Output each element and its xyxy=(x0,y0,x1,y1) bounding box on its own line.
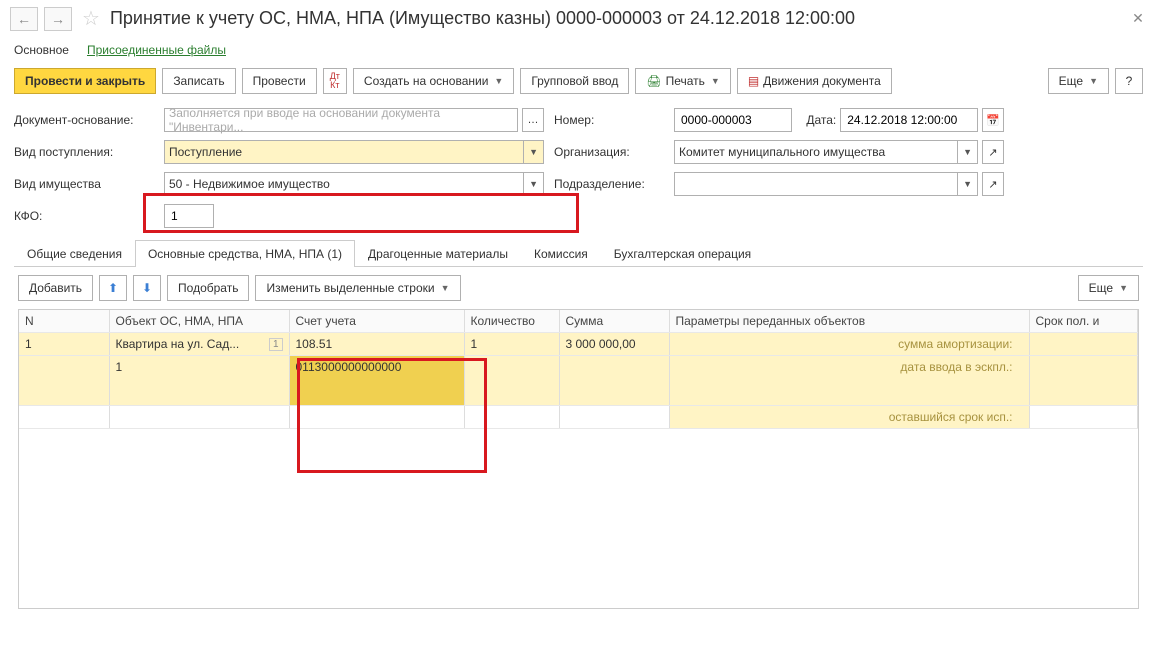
tab-assets[interactable]: Основные средства, НМА, НПА (1) xyxy=(135,240,355,267)
org-label: Организация: xyxy=(554,145,664,159)
cell-account-line2[interactable]: 0113000000000000 xyxy=(289,356,464,406)
receipt-type-field[interactable]: Поступление ▼ xyxy=(164,140,544,164)
col-account[interactable]: Счет учета xyxy=(289,310,464,333)
col-n[interactable]: N xyxy=(19,310,109,333)
subdivision-label: Подразделение: xyxy=(554,177,664,191)
number-label: Номер: xyxy=(554,113,664,127)
cell-param1[interactable]: сумма амортизации: xyxy=(669,333,1029,356)
nav-tab-main[interactable]: Основное xyxy=(14,43,69,57)
cell-term[interactable] xyxy=(1029,333,1138,356)
cell-param2[interactable]: дата ввода в эскпл.: xyxy=(669,356,1029,406)
cell-n[interactable]: 1 xyxy=(19,333,109,356)
col-term[interactable]: Срок пол. и xyxy=(1029,310,1138,333)
cell-qty[interactable]: 1 xyxy=(464,333,559,356)
tab-general[interactable]: Общие сведения xyxy=(14,240,135,267)
help-button[interactable]: ? xyxy=(1115,68,1143,94)
tab-accounting-op[interactable]: Бухгалтерская операция xyxy=(601,240,764,267)
favorite-star-icon[interactable]: ☆ xyxy=(82,6,100,31)
create-based-button[interactable]: Создать на основании▼ xyxy=(353,68,514,94)
property-type-label: Вид имущества xyxy=(14,177,154,191)
col-qty[interactable]: Количество xyxy=(464,310,559,333)
property-type-field[interactable]: 50 - Недвижимое имущество ▼ xyxy=(164,172,544,196)
nav-tab-files[interactable]: Присоединенные файлы xyxy=(87,43,226,57)
cell-account[interactable]: 108.51 xyxy=(289,333,464,356)
doc-base-label: Документ-основание: xyxy=(14,113,154,127)
tab-commission[interactable]: Комиссия xyxy=(521,240,601,267)
post-and-close-button[interactable]: Провести и закрыть xyxy=(14,68,156,94)
col-params[interactable]: Параметры переданных объектов xyxy=(669,310,1029,333)
add-row-button[interactable]: Добавить xyxy=(18,275,93,301)
col-object[interactable]: Объект ОС, НМА, НПА xyxy=(109,310,289,333)
date-label: Дата: xyxy=(806,113,836,127)
move-down-icon[interactable]: ⬇ xyxy=(133,275,161,301)
post-button[interactable]: Провести xyxy=(242,68,317,94)
page-title: Принятие к учету ОС, НМА, НПА (Имущество… xyxy=(110,8,855,29)
table-row[interactable]: оставшийся срок исп.: xyxy=(19,406,1138,429)
date-field[interactable] xyxy=(840,108,978,132)
doc-base-dots-button[interactable]: … xyxy=(522,108,544,132)
movements-icon: ▤ xyxy=(748,74,759,88)
nav-back-button[interactable]: ← xyxy=(10,7,38,31)
movements-button[interactable]: ▤Движения документа xyxy=(737,68,892,94)
printer-icon: 🖨 xyxy=(646,74,661,88)
table-header-row: N Объект ОС, НМА, НПА Счет учета Количес… xyxy=(19,310,1138,333)
select-button[interactable]: Подобрать xyxy=(167,275,249,301)
open-object-icon[interactable]: 1 xyxy=(269,338,283,351)
cell-object-line2[interactable]: 1 xyxy=(109,356,289,406)
cell-sum[interactable]: 3 000 000,00 xyxy=(559,333,669,356)
cell-param3[interactable]: оставшийся срок исп.: xyxy=(669,406,1029,429)
print-button[interactable]: 🖨Печать▼ xyxy=(635,68,730,94)
move-up-icon[interactable]: ⬆ xyxy=(99,275,127,301)
receipt-type-label: Вид поступления: xyxy=(14,145,154,159)
org-field[interactable]: Комитет муниципального имущества ▼ xyxy=(674,140,978,164)
more-button[interactable]: Еще▼ xyxy=(1048,68,1109,94)
dtdt-button[interactable]: ДтКт xyxy=(323,68,347,94)
nav-forward-button[interactable]: → xyxy=(44,7,72,31)
open-external-icon[interactable]: ↗ xyxy=(982,172,1004,196)
chevron-down-icon[interactable]: ▼ xyxy=(957,173,977,195)
chevron-down-icon[interactable]: ▼ xyxy=(523,141,543,163)
calendar-icon[interactable]: 📅 xyxy=(982,108,1004,132)
edit-selected-rows-button[interactable]: Изменить выделенные строки▼ xyxy=(255,275,460,301)
cell-object[interactable]: Квартира на ул. Сад... 1 xyxy=(109,333,289,356)
number-field[interactable] xyxy=(674,108,792,132)
grid-more-button[interactable]: Еще▼ xyxy=(1078,275,1139,301)
doc-base-field[interactable]: Заполняется при вводе на основании докум… xyxy=(164,108,518,132)
chevron-down-icon[interactable]: ▼ xyxy=(957,141,977,163)
close-icon[interactable]: ✕ xyxy=(1129,10,1147,28)
chevron-down-icon[interactable]: ▼ xyxy=(523,173,543,195)
kfo-label: КФО: xyxy=(14,209,154,223)
kfo-field[interactable] xyxy=(164,204,214,228)
col-sum[interactable]: Сумма xyxy=(559,310,669,333)
tab-precious[interactable]: Драгоценные материалы xyxy=(355,240,521,267)
table-row[interactable]: 1 Квартира на ул. Сад... 1 108.51 1 3 00… xyxy=(19,333,1138,356)
table-row[interactable]: 1 0113000000000000 дата ввода в эскпл.: xyxy=(19,356,1138,406)
open-external-icon[interactable]: ↗ xyxy=(982,140,1004,164)
write-button[interactable]: Записать xyxy=(162,68,235,94)
group-input-button[interactable]: Групповой ввод xyxy=(520,68,629,94)
subdivision-field[interactable]: ▼ xyxy=(674,172,978,196)
